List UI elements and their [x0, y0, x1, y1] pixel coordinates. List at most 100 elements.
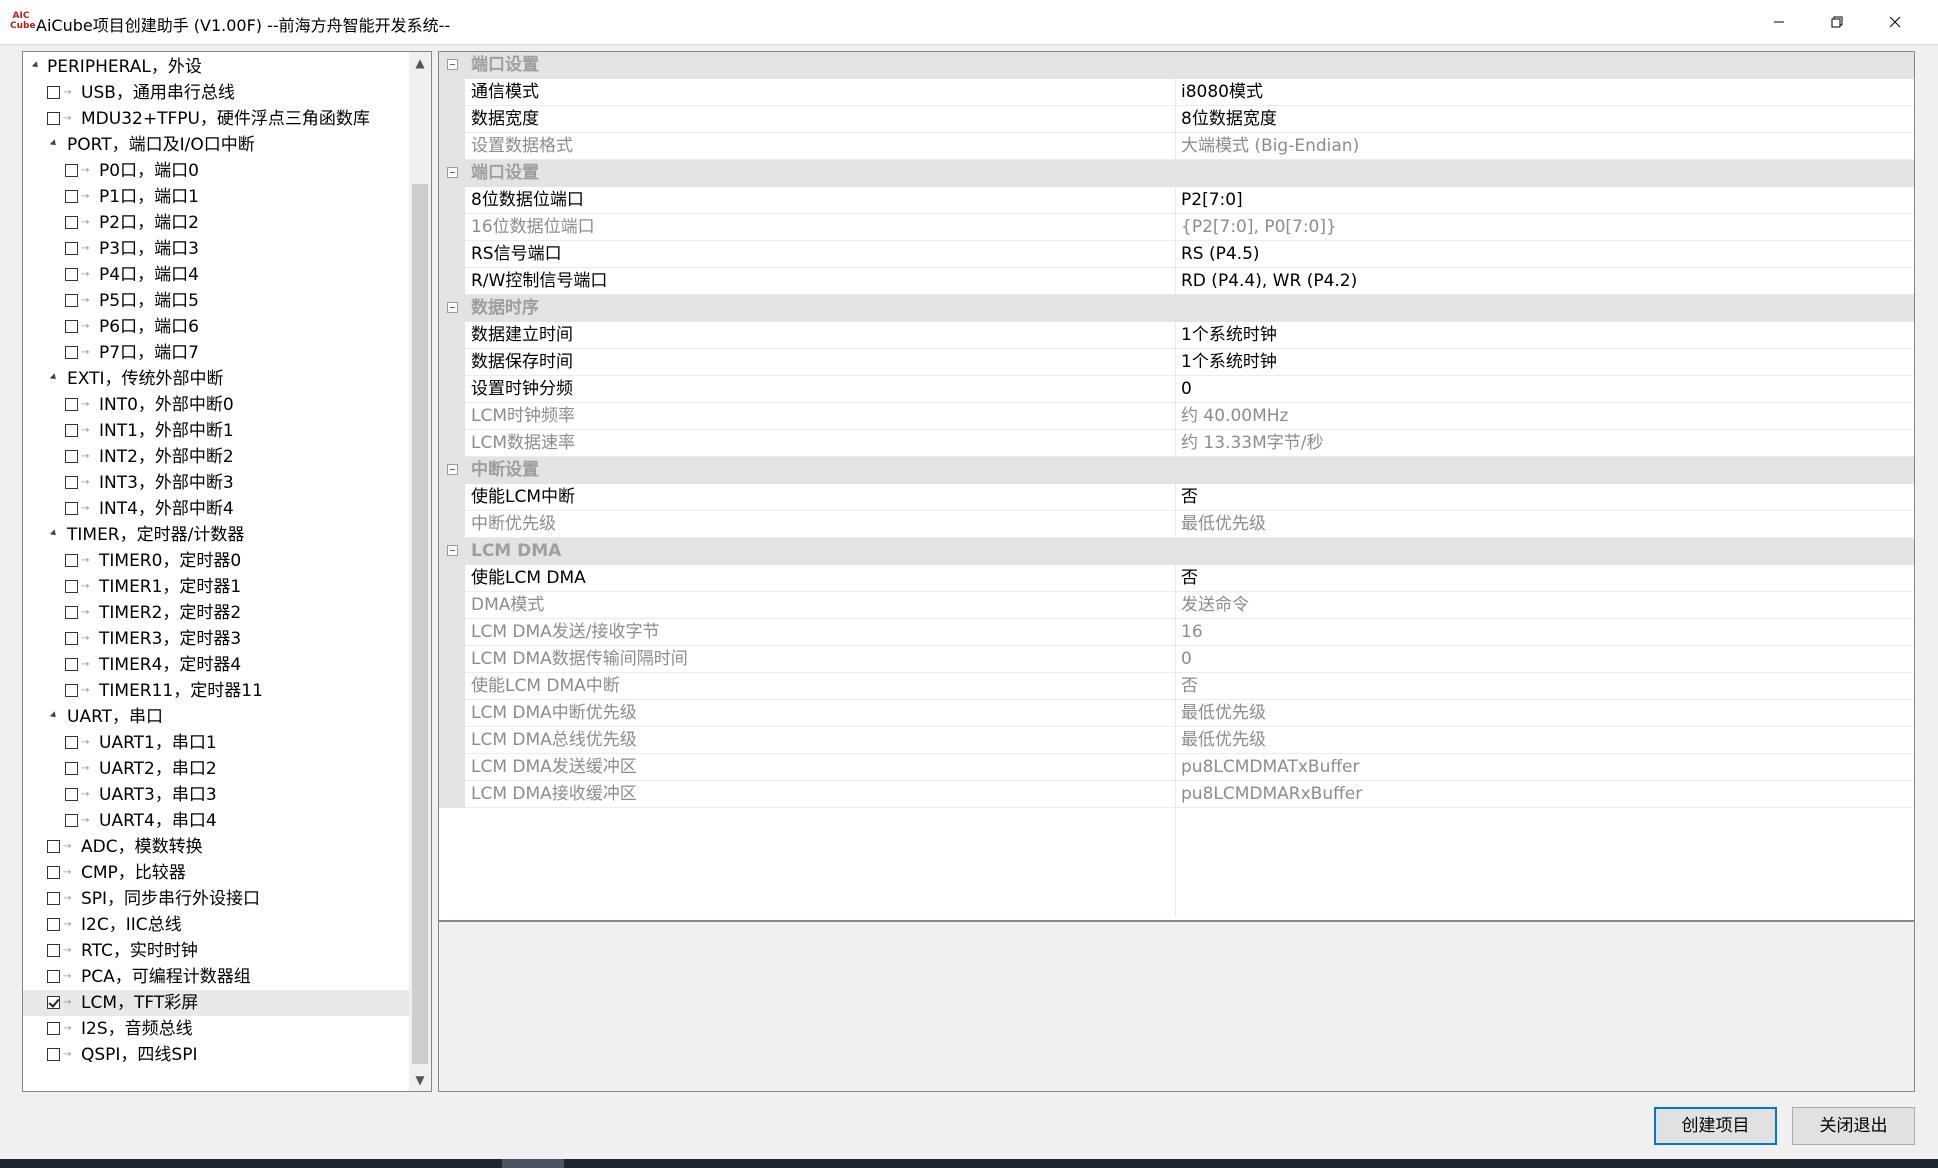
tree-item[interactable]: → INT0，外部中断0 — [23, 392, 409, 418]
tree-item[interactable]: → P0口，端口0 — [23, 158, 409, 184]
tree-item-checkbox[interactable] — [65, 476, 78, 489]
peripheral-tree[interactable]: PERIPHERAL，外设 → USB，通用串行总线 → MDU32+TFPU，硬件浮点… — [22, 51, 432, 1092]
tree-item[interactable]: → UART4，串口4 — [23, 808, 409, 834]
tree-item[interactable]: EXTI，传统外部中断 — [23, 366, 409, 392]
property-category[interactable]: LCM DMA — [439, 538, 1914, 565]
tree-item[interactable]: → P4口，端口4 — [23, 262, 409, 288]
collapse-icon[interactable] — [447, 167, 458, 178]
tree-item-checkbox[interactable] — [65, 294, 78, 307]
expand-collapse-icon[interactable] — [49, 139, 59, 148]
tree-item-checkbox[interactable] — [47, 892, 60, 905]
property-value[interactable]: RS (P4.5) — [1181, 241, 1260, 268]
tree-item-checkbox[interactable] — [47, 918, 60, 931]
expand-collapse-icon[interactable] — [49, 711, 59, 720]
tree-item-checkbox[interactable] — [65, 762, 78, 775]
tree-item[interactable]: PERIPHERAL，外设 — [23, 54, 409, 80]
property-row[interactable]: 数据保存时间 1个系统时钟 — [439, 349, 1914, 376]
tree-item-checkbox[interactable] — [65, 242, 78, 255]
tree-item-checkbox[interactable] — [65, 502, 78, 515]
tree-item-checkbox[interactable] — [65, 450, 78, 463]
tree-item-checkbox[interactable] — [65, 788, 78, 801]
property-row[interactable]: RS信号端口 RS (P4.5) — [439, 241, 1914, 268]
collapse-icon[interactable] — [447, 545, 458, 556]
tree-item[interactable]: → CMP，比较器 — [23, 860, 409, 886]
tree-item-checkbox[interactable] — [47, 970, 60, 983]
property-category[interactable]: 端口设置 — [439, 160, 1914, 187]
tree-item[interactable]: → TIMER2，定时器2 — [23, 600, 409, 626]
tree-item-checkbox[interactable] — [47, 840, 60, 853]
expand-collapse-icon[interactable] — [49, 373, 59, 382]
tree-item[interactable]: → RTC，实时时钟 — [23, 938, 409, 964]
tree-item[interactable]: → P5口，端口5 — [23, 288, 409, 314]
tree-item[interactable]: → I2S，音频总线 — [23, 1016, 409, 1042]
tree-item[interactable]: → ADC，模数转换 — [23, 834, 409, 860]
tree-item[interactable]: → UART3，串口3 — [23, 782, 409, 808]
scroll-thumb[interactable] — [412, 184, 428, 1064]
property-value[interactable]: 否 — [1181, 565, 1198, 592]
expand-collapse-icon[interactable] — [49, 529, 59, 538]
tree-item[interactable]: → INT2，外部中断2 — [23, 444, 409, 470]
tree-item-checkbox[interactable] — [47, 112, 60, 125]
tree-item[interactable]: → P2口，端口2 — [23, 210, 409, 236]
minimize-button[interactable] — [1750, 0, 1808, 44]
property-row[interactable]: 设置时钟分频 0 — [439, 376, 1914, 403]
tree-item-checkbox[interactable] — [65, 216, 78, 229]
tree-item-checkbox[interactable] — [65, 814, 78, 827]
property-row[interactable]: 数据建立时间 1个系统时钟 — [439, 322, 1914, 349]
property-value[interactable]: 0 — [1181, 376, 1192, 403]
scroll-down-icon[interactable]: ▼ — [409, 1069, 431, 1091]
tree-item-checkbox[interactable] — [47, 944, 60, 957]
tree-item-checkbox[interactable] — [65, 632, 78, 645]
tree-scrollbar[interactable]: ▲ ▼ — [409, 52, 431, 1091]
tree-item-checkbox[interactable] — [65, 320, 78, 333]
tree-item-checkbox[interactable] — [65, 580, 78, 593]
property-category[interactable]: 数据时序 — [439, 295, 1914, 322]
tree-item-checkbox[interactable] — [65, 606, 78, 619]
property-row[interactable]: 使能LCM中断 否 — [439, 484, 1914, 511]
tree-item[interactable]: → P3口，端口3 — [23, 236, 409, 262]
collapse-icon[interactable] — [447, 59, 458, 70]
tree-item[interactable]: → SPI，同步串行外设接口 — [23, 886, 409, 912]
tree-item-checkbox[interactable] — [47, 866, 60, 879]
property-value[interactable]: P2[7:0] — [1181, 187, 1243, 214]
close-exit-button[interactable]: 关闭退出 — [1792, 1107, 1915, 1145]
tree-item-checkbox[interactable] — [65, 554, 78, 567]
tree-item-checkbox[interactable] — [65, 398, 78, 411]
tree-item[interactable]: → USB，通用串行总线 — [23, 80, 409, 106]
tree-item-checkbox[interactable] — [65, 424, 78, 437]
tree-item[interactable]: → INT1，外部中断1 — [23, 418, 409, 444]
tree-item[interactable]: → I2C，IIC总线 — [23, 912, 409, 938]
tree-item[interactable]: → INT3，外部中断3 — [23, 470, 409, 496]
tree-item-checkbox[interactable] — [65, 268, 78, 281]
restore-button[interactable] — [1808, 0, 1866, 44]
tree-item[interactable]: → UART1，串口1 — [23, 730, 409, 756]
tree-item-checkbox[interactable] — [47, 1022, 60, 1035]
tree-item-checkbox[interactable] — [65, 164, 78, 177]
tree-item[interactable]: → QSPI，四线SPI — [23, 1042, 409, 1068]
tree-item[interactable]: → UART2，串口2 — [23, 756, 409, 782]
expand-collapse-icon[interactable] — [31, 61, 41, 70]
tree-item-checkbox[interactable] — [65, 684, 78, 697]
tree-item[interactable]: UART，串口 — [23, 704, 409, 730]
property-category[interactable]: 中断设置 — [439, 457, 1914, 484]
tree-item-checkbox[interactable] — [65, 736, 78, 749]
collapse-icon[interactable] — [447, 464, 458, 475]
scroll-up-icon[interactable]: ▲ — [409, 52, 431, 74]
tree-item[interactable]: → PCA，可编程计数器组 — [23, 964, 409, 990]
tree-item[interactable]: TIMER，定时器/计数器 — [23, 522, 409, 548]
property-row[interactable]: R/W控制信号端口 RD (P4.4), WR (P4.2) — [439, 268, 1914, 295]
collapse-icon[interactable] — [447, 302, 458, 313]
tree-item[interactable]: → MDU32+TFPU，硬件浮点三角函数库 — [23, 106, 409, 132]
tree-item[interactable]: → P6口，端口6 — [23, 314, 409, 340]
property-grid[interactable]: 端口设置 通信模式 i8080模式 数据宽度 8位数据宽度 设置数据格式 大端模式 (Big… — [438, 51, 1915, 921]
property-value[interactable]: 1个系统时钟 — [1181, 349, 1277, 376]
tree-item[interactable]: → TIMER11，定时器11 — [23, 678, 409, 704]
tree-item[interactable]: → INT4，外部中断4 — [23, 496, 409, 522]
tree-item-checkbox[interactable] — [65, 346, 78, 359]
property-value[interactable]: i8080模式 — [1181, 79, 1263, 106]
create-project-button[interactable]: 创建项目 — [1654, 1107, 1777, 1145]
tree-item-checkbox[interactable] — [65, 190, 78, 203]
close-button[interactable] — [1866, 0, 1924, 44]
tree-item[interactable]: → TIMER4，定时器4 — [23, 652, 409, 678]
tree-item[interactable]: → P1口，端口1 — [23, 184, 409, 210]
